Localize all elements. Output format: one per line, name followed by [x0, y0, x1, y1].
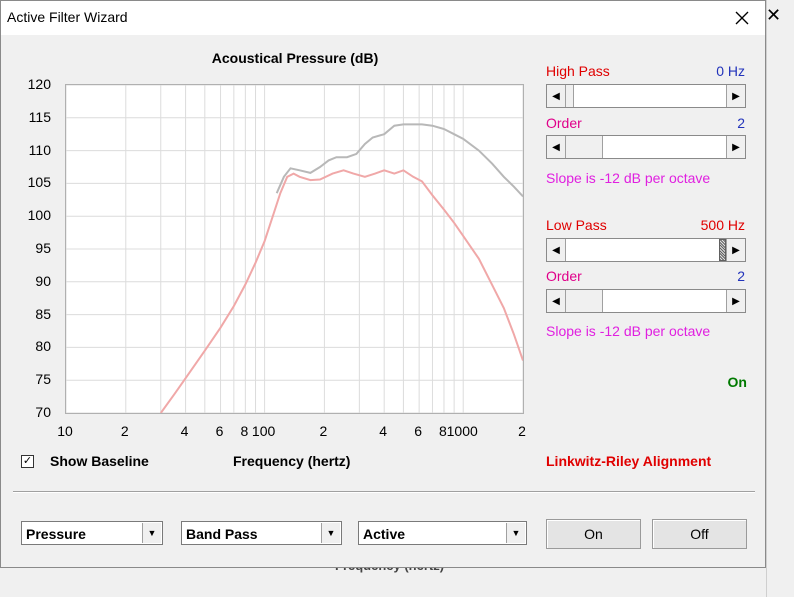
high-pass-label: High Pass	[546, 63, 610, 79]
y-tick-label: 70	[35, 404, 51, 420]
high-pass-order-thumb[interactable]	[565, 136, 603, 158]
chevron-down-icon[interactable]: ▼	[142, 523, 161, 543]
mode-select[interactable]: Pressure ▼	[21, 521, 163, 545]
active-filter-wizard-dialog: Active Filter Wizard Acoustical Pressure…	[0, 0, 766, 568]
high-pass-left-arrow[interactable]: ◀	[547, 85, 566, 107]
y-tick-label: 100	[27, 207, 51, 224]
high-pass-right-arrow[interactable]: ▶	[726, 85, 745, 107]
baseline-curve	[275, 123, 523, 198]
chevron-down-icon[interactable]: ▼	[321, 523, 340, 543]
filter-type-select[interactable]: Band Pass ▼	[181, 521, 342, 545]
x-tick-label: 6	[414, 423, 423, 439]
close-icon	[735, 11, 749, 25]
window-title: Active Filter Wizard	[7, 9, 128, 25]
y-tick-label: 115	[28, 108, 51, 125]
high-pass-order-left-arrow[interactable]: ◀	[547, 136, 566, 158]
high-pass-value: 0 Hz	[716, 63, 745, 79]
low-pass-order-label: Order	[546, 268, 582, 284]
x-tick-label: 1000	[446, 423, 478, 439]
low-pass-thumb[interactable]	[718, 239, 726, 261]
low-pass-right-arrow[interactable]: ▶	[726, 239, 745, 261]
filter-status: On	[727, 374, 747, 390]
low-pass-order-left-arrow[interactable]: ◀	[547, 290, 566, 312]
high-pass-slope-text: Slope is -12 dB per octave	[546, 170, 711, 186]
mode-select-value: Pressure	[26, 526, 86, 542]
low-pass-order-value: 2	[737, 268, 745, 284]
low-pass-order-slider[interactable]: ◀ ▶	[546, 289, 746, 313]
pressure-chart	[66, 85, 523, 413]
x-tick-label: 8	[240, 423, 249, 439]
low-pass-value: 500 Hz	[700, 217, 745, 233]
high-pass-order-label: Order	[546, 115, 582, 131]
checkbox-box[interactable]: ✓	[21, 454, 34, 468]
separator	[13, 491, 755, 493]
low-pass-slider[interactable]: ◀ ▶	[546, 238, 746, 262]
y-tick-label: 110	[28, 141, 51, 158]
background-close-icon: ✕	[766, 5, 782, 25]
y-tick-label: 120	[27, 76, 51, 92]
x-tick-label: 4	[180, 423, 189, 439]
low-pass-order-right-arrow[interactable]: ▶	[726, 290, 745, 312]
low-pass-left-arrow[interactable]: ◀	[547, 239, 566, 261]
low-pass-slope-text: Slope is -12 dB per octave	[546, 323, 711, 339]
active-select-value: Active	[363, 526, 406, 542]
y-tick-label: 105	[27, 174, 51, 191]
low-pass-order-thumb[interactable]	[565, 290, 603, 312]
filter-type-select-value: Band Pass	[186, 526, 258, 542]
x-tick-label: 6	[215, 423, 224, 439]
title-bar: Active Filter Wizard	[1, 1, 765, 35]
active-select[interactable]: Active ▼	[358, 521, 527, 545]
x-tick-label: 10	[57, 423, 73, 439]
y-tick-label: 85	[35, 305, 51, 322]
x-tick-label: 2	[120, 423, 129, 439]
y-tick-label: 75	[35, 371, 51, 388]
high-pass-thumb[interactable]	[565, 85, 574, 107]
close-button[interactable]	[719, 1, 765, 35]
off-button[interactable]: Off	[652, 519, 747, 549]
high-pass-order-value: 2	[737, 115, 745, 131]
filtered-curve	[159, 169, 523, 413]
high-pass-order-right-arrow[interactable]: ▶	[726, 136, 745, 158]
y-tick-label: 90	[35, 272, 51, 289]
x-tick-label: 4	[379, 423, 388, 439]
show-baseline-checkbox[interactable]: ✓ Show Baseline	[21, 453, 149, 469]
on-button[interactable]: On	[546, 519, 641, 549]
background-window-edge	[766, 0, 794, 597]
y-tick-label: 80	[35, 338, 51, 355]
plot-area	[65, 84, 524, 414]
chevron-down-icon[interactable]: ▼	[506, 523, 525, 543]
x-tick-label: 2	[518, 423, 526, 439]
low-pass-label: Low Pass	[546, 217, 607, 233]
alignment-label: Linkwitz-Riley Alignment	[546, 453, 712, 469]
x-tick-label: 100	[251, 423, 276, 439]
x-axis-title: Frequency (hertz)	[233, 453, 351, 469]
show-baseline-label: Show Baseline	[50, 453, 149, 469]
y-tick-label: 95	[35, 240, 51, 256]
x-tick-label: 2	[319, 423, 328, 439]
high-pass-slider[interactable]: ◀ ▶	[546, 84, 746, 108]
plot-title: Acoustical Pressure (dB)	[211, 50, 379, 66]
high-pass-order-slider[interactable]: ◀ ▶	[546, 135, 746, 159]
